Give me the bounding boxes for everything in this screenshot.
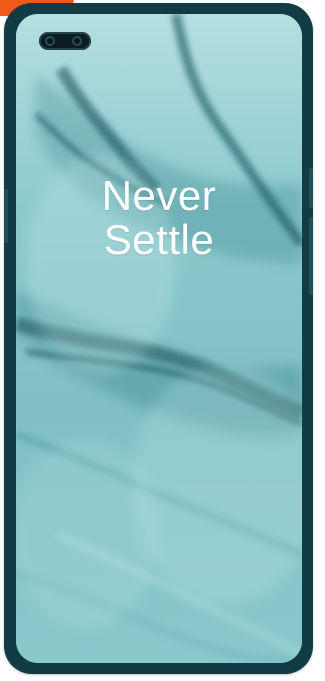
side-button-right-top (309, 168, 313, 208)
side-button-left (4, 189, 8, 243)
slogan-line-2: Settle (103, 216, 215, 263)
camera-lens-icon (72, 36, 82, 46)
slogan-line-1: Never (101, 172, 217, 219)
camera-lens-icon (45, 36, 55, 46)
dual-camera-cutout (39, 32, 91, 50)
phone-screen: Never Settle (16, 14, 302, 663)
side-button-right-bottom (309, 217, 313, 295)
marble-wallpaper (16, 14, 302, 663)
phone-device: Never Settle (4, 3, 313, 674)
slogan-text: Never Settle (16, 174, 302, 262)
